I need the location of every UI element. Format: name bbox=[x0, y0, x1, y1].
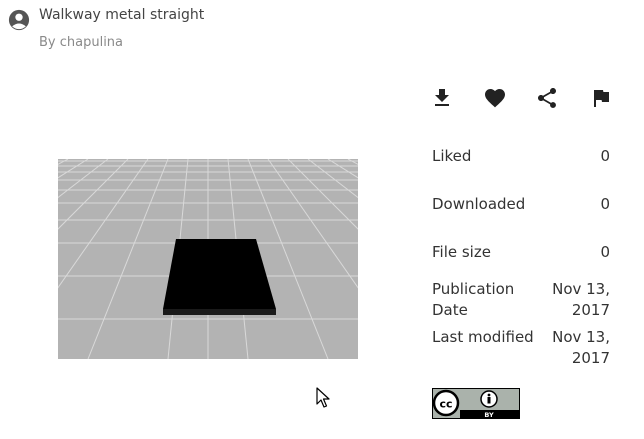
publication-date-label: Publication Date bbox=[432, 280, 515, 319]
liked-value: 0 bbox=[600, 147, 610, 165]
model-detail-page: Walkway metal straight By chapulina Like… bbox=[0, 0, 644, 439]
user-avatar-icon[interactable] bbox=[8, 9, 30, 31]
model-author[interactable]: By chapulina bbox=[39, 35, 123, 50]
svg-text:cc: cc bbox=[439, 398, 452, 411]
model-preview-viewport[interactable] bbox=[58, 159, 358, 359]
license-badge-text: BY bbox=[484, 411, 494, 419]
liked-label: Liked bbox=[432, 147, 472, 165]
download-icon[interactable] bbox=[430, 86, 454, 110]
last-modified-value: Nov 13, 2017 bbox=[552, 328, 610, 367]
share-icon[interactable] bbox=[535, 86, 559, 110]
file-size-value: 0 bbox=[600, 243, 610, 261]
publication-date-value: Nov 13, 2017 bbox=[552, 280, 610, 319]
file-size-label: File size bbox=[432, 243, 491, 261]
downloaded-label: Downloaded bbox=[432, 195, 526, 213]
last-modified-label: Last modified bbox=[432, 328, 534, 346]
model-title: Walkway metal straight bbox=[39, 7, 205, 23]
heart-icon[interactable] bbox=[483, 86, 507, 110]
mouse-cursor-icon bbox=[316, 387, 330, 409]
downloaded-value: 0 bbox=[600, 195, 610, 213]
cc-by-license-badge[interactable]: cc BY bbox=[432, 388, 520, 419]
flag-icon[interactable] bbox=[589, 86, 613, 110]
